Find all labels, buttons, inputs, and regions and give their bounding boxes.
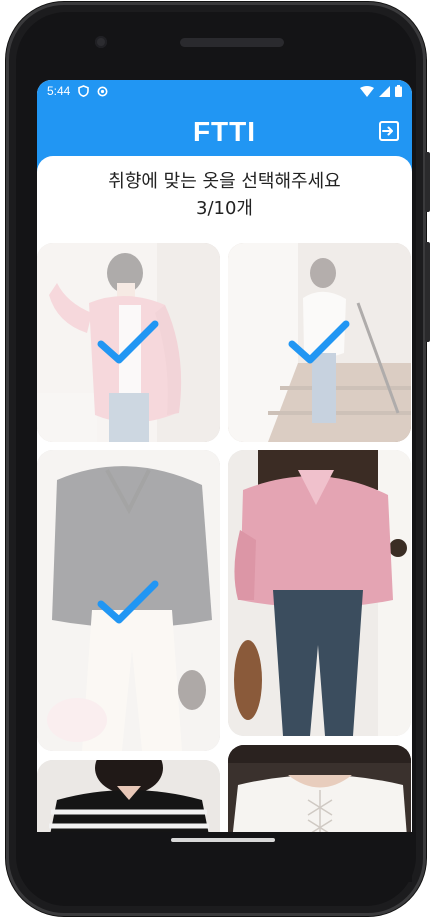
outfit-card[interactable] [228, 450, 411, 736]
power-button [425, 152, 430, 212]
signal-icon [379, 85, 390, 97]
app-title: FTTI [192, 116, 257, 147]
selection-counter: 3/10개 [196, 198, 253, 219]
volume-button [425, 242, 430, 342]
selection-prompt: 취향에 맞는 옷을 선택해주세요 3/10개 [37, 168, 412, 222]
outfit-card[interactable] [37, 450, 220, 751]
shield-icon [78, 85, 90, 97]
outfit-photo [228, 745, 411, 832]
status-time: 5:44 [47, 84, 71, 98]
content-sheet: 취향에 맞는 옷을 선택해주세요 3/10개 [37, 156, 412, 832]
prompt-title: 취향에 맞는 옷을 선택해주세요 [108, 171, 341, 192]
check-icon [97, 320, 159, 364]
check-icon [97, 580, 159, 624]
outfit-card[interactable] [228, 243, 411, 442]
status-bar: 5:44 [37, 80, 412, 102]
outfit-photo [37, 760, 220, 832]
sync-circle-icon [97, 86, 108, 96]
check-icon [288, 320, 350, 364]
wifi-icon [360, 85, 374, 97]
home-gesture-bar[interactable] [171, 838, 275, 842]
front-camera [95, 36, 107, 48]
outfit-photo [228, 450, 411, 736]
outfit-card[interactable] [37, 760, 220, 832]
logout-icon[interactable] [378, 120, 400, 142]
battery-icon [395, 85, 402, 97]
app-screen: 5:44 FTTI 취향에 맞는 옷을 선택해주세요 3/10개 [37, 80, 412, 832]
outfit-card[interactable] [228, 745, 411, 832]
earpiece-speaker [180, 38, 284, 47]
outfit-card[interactable] [37, 243, 220, 442]
